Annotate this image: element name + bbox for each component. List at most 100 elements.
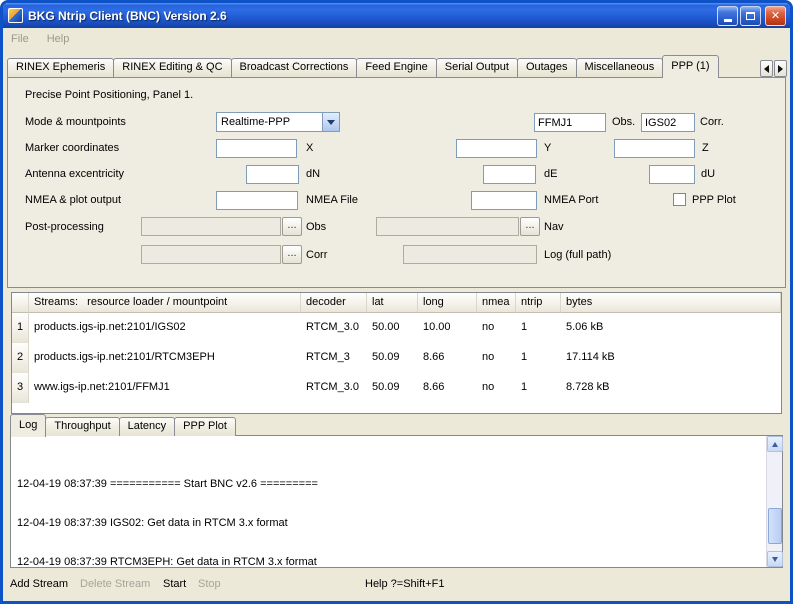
cell-nmea: no	[477, 313, 516, 343]
row-number: 3	[12, 373, 29, 403]
title-bar[interactable]: BKG Ntrip Client (BNC) Version 2.6 ✕	[3, 3, 790, 28]
col-bytes-header[interactable]: bytes	[561, 293, 781, 313]
nmea-file-label: NMEA File	[306, 194, 358, 207]
menu-help[interactable]: Help	[47, 33, 70, 45]
main-tab-bar: RINEX Ephemeris RINEX Editing & QC Broad…	[7, 55, 719, 77]
log-full-path-label: Log (full path)	[544, 249, 611, 262]
tab-label: Feed Engine	[365, 61, 427, 73]
browse-corr-button[interactable]: ...	[282, 245, 302, 264]
postproc-nav-label: Nav	[544, 221, 564, 234]
tab-label: Log	[19, 419, 37, 431]
tab-label: Latency	[128, 420, 167, 432]
tab-ppp-plot[interactable]: PPP Plot	[174, 417, 236, 436]
post-processing-label: Post-processing	[25, 221, 104, 234]
cell-bytes: 8.728 kB	[561, 373, 781, 403]
postproc-log-path-input	[403, 245, 537, 264]
x-label: X	[306, 142, 313, 155]
tab-label: Throughput	[54, 420, 110, 432]
postproc-obs-label: Obs	[306, 221, 326, 234]
window-title: BKG Ntrip Client (BNC) Version 2.6	[28, 9, 717, 23]
de-label: dE	[544, 168, 557, 181]
cell-nmea: no	[477, 343, 516, 373]
dropdown-arrow-icon[interactable]	[322, 113, 339, 131]
cell-ntrip: 1	[516, 373, 561, 403]
cell-nmea: no	[477, 373, 516, 403]
panel-title: Precise Point Positioning, Panel 1.	[25, 89, 193, 101]
col-mountpoint-header[interactable]: Streams: resource loader / mountpoint	[29, 293, 301, 313]
scroll-down-button[interactable]	[767, 551, 783, 567]
antenna-de-input[interactable]	[483, 165, 536, 184]
stream-row[interactable]: 2 products.igs-ip.net:2101/RTCM3EPH RTCM…	[12, 343, 781, 373]
menu-file[interactable]: File	[11, 33, 29, 45]
minimize-button[interactable]	[717, 6, 738, 26]
nmea-port-input[interactable]	[471, 191, 537, 210]
tab-serial-output[interactable]: Serial Output	[436, 58, 518, 77]
add-stream-button[interactable]: Add Stream	[10, 578, 68, 590]
col-nmea-header[interactable]: nmea	[477, 293, 516, 313]
scroll-up-button[interactable]	[767, 436, 783, 452]
tab-outages[interactable]: Outages	[517, 58, 577, 77]
cell-lat: 50.00	[367, 313, 418, 343]
scrollbar-thumb[interactable]	[768, 508, 782, 544]
arrow-right-icon	[778, 65, 783, 73]
antenna-excentricity-label: Antenna excentricity	[25, 168, 124, 181]
col-decoder-header[interactable]: decoder	[301, 293, 367, 313]
log-scrollbar[interactable]	[766, 436, 782, 567]
col-number-header[interactable]	[12, 293, 29, 313]
cell-decoder: RTCM_3.0	[301, 313, 367, 343]
marker-x-input[interactable]	[216, 139, 297, 158]
tab-label: Miscellaneous	[585, 61, 655, 73]
mode-mountpoints-label: Mode & mountpoints	[25, 116, 126, 129]
mode-select[interactable]: Realtime-PPP	[216, 112, 340, 132]
tab-rinex-editing-qc[interactable]: RINEX Editing & QC	[113, 58, 231, 77]
tab-throughput[interactable]: Throughput	[45, 417, 119, 436]
tab-latency[interactable]: Latency	[119, 417, 176, 436]
cell-lat: 50.09	[367, 343, 418, 373]
maximize-button[interactable]	[740, 6, 761, 26]
postproc-corr-path-input	[141, 245, 281, 264]
du-label: dU	[701, 168, 715, 181]
cell-ntrip: 1	[516, 343, 561, 373]
arrow-left-icon	[764, 65, 769, 73]
tab-miscellaneous[interactable]: Miscellaneous	[576, 58, 664, 77]
tab-ppp-1[interactable]: PPP (1)	[662, 55, 718, 78]
tab-log[interactable]: Log	[10, 414, 46, 437]
close-button[interactable]: ✕	[765, 6, 786, 26]
obs-mountpoint-input[interactable]	[534, 113, 606, 132]
col-ntrip-header[interactable]: ntrip	[516, 293, 561, 313]
antenna-du-input[interactable]	[649, 165, 695, 184]
postproc-nav-path-input	[376, 217, 519, 236]
tab-scroll-right-button[interactable]	[774, 60, 787, 77]
col-long-header[interactable]: long	[418, 293, 477, 313]
tab-label: Broadcast Corrections	[240, 61, 349, 73]
tab-feed-engine[interactable]: Feed Engine	[356, 58, 436, 77]
browse-nav-button[interactable]: ...	[520, 217, 540, 236]
browse-obs-button[interactable]: ...	[282, 217, 302, 236]
marker-z-input[interactable]	[614, 139, 695, 158]
start-button[interactable]: Start	[163, 578, 186, 590]
tab-rinex-ephemeris[interactable]: RINEX Ephemeris	[7, 58, 114, 77]
tab-scroll-left-button[interactable]	[760, 60, 773, 77]
corr-mountpoint-input[interactable]	[641, 113, 695, 132]
log-output[interactable]: 12-04-19 08:37:39 =========== Start BNC …	[10, 435, 783, 568]
antenna-dn-input[interactable]	[246, 165, 299, 184]
z-label: Z	[702, 142, 709, 155]
tab-label: PPP (1)	[671, 60, 709, 72]
maximize-icon	[746, 12, 755, 20]
cell-long: 8.66	[418, 343, 477, 373]
nmea-file-input[interactable]	[216, 191, 298, 210]
stream-row[interactable]: 1 products.igs-ip.net:2101/IGS02 RTCM_3.…	[12, 313, 781, 343]
stop-button: Stop	[198, 578, 221, 590]
main-content: RINEX Ephemeris RINEX Editing & QC Broad…	[3, 50, 790, 601]
app-icon	[8, 8, 23, 23]
log-lines: 12-04-19 08:37:39 =========== Start BNC …	[12, 436, 765, 566]
marker-y-input[interactable]	[456, 139, 537, 158]
ppp-plot-checkbox[interactable]	[673, 193, 686, 206]
tab-broadcast-corrections[interactable]: Broadcast Corrections	[231, 58, 358, 77]
stream-row[interactable]: 3 www.igs-ip.net:2101/FFMJ1 RTCM_3.0 50.…	[12, 373, 781, 403]
cell-long: 10.00	[418, 313, 477, 343]
cell-bytes: 17.114 kB	[561, 343, 781, 373]
tab-label: Outages	[526, 61, 568, 73]
obs-label: Obs.	[612, 116, 635, 129]
col-lat-header[interactable]: lat	[367, 293, 418, 313]
